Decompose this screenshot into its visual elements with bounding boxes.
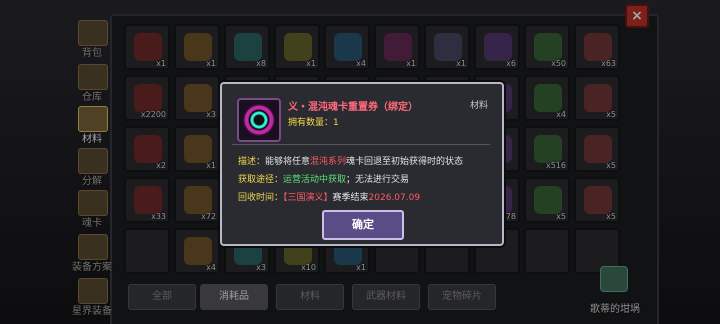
divider — [232, 144, 490, 145]
owned-count: 拥有数量：1 — [288, 118, 339, 128]
item-title: 义・混沌魂卡重置券（绑定） — [288, 102, 418, 113]
item-type: 材料 — [470, 101, 489, 111]
source-line: 获取途径：运营活动中获取；无法进行交易 — [238, 175, 410, 185]
reset-ticket-icon — [237, 98, 281, 142]
description-line: 描述：能够将任意混沌系列魂卡回退至初始获得时的状态 — [238, 157, 464, 167]
confirm-button[interactable]: 确定 — [322, 210, 404, 240]
recycle-line: 回收时间：【三国演义】赛季结束2026.07.09 — [238, 193, 421, 203]
item-detail-dialog: 义・混沌魂卡重置券（绑定） 材料 拥有数量：1 描述：能够将任意混沌系列魂卡回退… — [220, 82, 504, 246]
inventory-scene: 背包 仓库 材料 分解 魂卡 装备方案 星界装备 x1 x1 x8 x1 x4 x1 x1 x6 x50 x6… — [0, 0, 720, 324]
